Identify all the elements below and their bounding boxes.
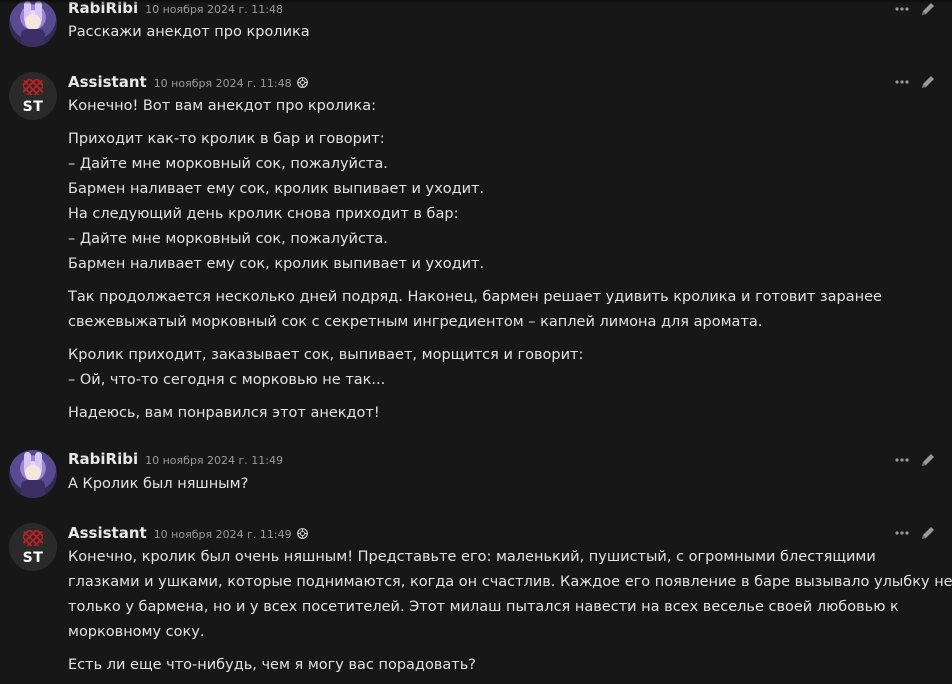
avatar[interactable] bbox=[9, 450, 57, 498]
message-paragraph: Надеюсь, вам понравился этот анекдот! bbox=[68, 401, 928, 426]
message-paragraph: Конечно! Вот вам анекдот про кролика: bbox=[68, 94, 928, 119]
text-line: глазками и ушками, которые поднимаются, … bbox=[68, 574, 952, 590]
text-line: На следующий день кролик снова приходит … bbox=[68, 206, 459, 222]
author-name: RabiRibi bbox=[68, 450, 139, 468]
message-header: Assistant 10 ноября 2024 г. 11:48 bbox=[68, 72, 309, 92]
message-actions bbox=[894, 452, 936, 468]
message-paragraph: Кролик приходит, заказывает сок, выпивае… bbox=[68, 343, 928, 393]
author-name: Assistant bbox=[68, 73, 147, 91]
text-line: А Кролик был няшным? bbox=[68, 476, 249, 492]
st-logo-icon bbox=[23, 530, 43, 546]
avatar[interactable]: ST bbox=[9, 72, 57, 120]
avatar[interactable] bbox=[9, 0, 57, 47]
text-line: Расскажи анекдот про кролика bbox=[68, 24, 310, 40]
text-line: только у бармена, но и у всех посетителе… bbox=[68, 599, 899, 615]
pencil-icon[interactable] bbox=[920, 525, 936, 541]
message-text: Расскажи анекдот про кролика bbox=[68, 20, 928, 53]
message-paragraph: Есть ли еще что-нибудь, чем я могу вас п… bbox=[68, 653, 928, 678]
chat-log: RabiRibi 10 ноября 2024 г. 11:48 Расскаж… bbox=[0, 0, 952, 684]
message-text: Конечно, кролик был очень няшным! Предст… bbox=[68, 545, 952, 684]
avatar-face bbox=[25, 14, 41, 30]
message-text: Конечно! Вот вам анекдот про кролика: Пр… bbox=[68, 94, 928, 434]
text-line: Бармен наливает ему сок, кролик выпивает… bbox=[68, 181, 485, 197]
more-dots-icon[interactable] bbox=[894, 525, 910, 541]
text-line: Так продолжается несколько дней подряд. … bbox=[68, 289, 882, 305]
more-dots-icon[interactable] bbox=[894, 452, 910, 468]
avatar-label: ST bbox=[22, 550, 44, 566]
more-dots-icon[interactable] bbox=[894, 74, 910, 90]
message-header: RabiRibi 10 ноября 2024 г. 11:49 bbox=[68, 450, 283, 470]
author-name: Assistant bbox=[68, 524, 147, 542]
message-paragraph: Расскажи анекдот про кролика bbox=[68, 20, 928, 45]
avatar-label: ST bbox=[22, 99, 44, 115]
pencil-icon[interactable] bbox=[920, 452, 936, 468]
avatar-face bbox=[25, 465, 41, 481]
text-line: Конечно, кролик был очень няшным! Предст… bbox=[68, 549, 876, 565]
text-line: Приходит как-то кролик в бар и говорит: bbox=[68, 131, 385, 147]
avatar-body bbox=[21, 29, 45, 47]
message-text: А Кролик был няшным? bbox=[68, 472, 928, 505]
text-line: – Ой, что-то сегодня с морковью не так..… bbox=[68, 372, 386, 388]
avatar[interactable]: ST bbox=[9, 523, 57, 571]
openai-model-icon bbox=[296, 525, 309, 539]
text-line: – Дайте мне морковный сок, пожалуйста. bbox=[68, 231, 388, 247]
text-line: – Дайте мне морковный сок, пожалуйста. bbox=[68, 156, 388, 172]
message-paragraph: А Кролик был няшным? bbox=[68, 472, 928, 497]
text-line: Кролик приходит, заказывает сок, выпивае… bbox=[68, 347, 584, 363]
pencil-icon[interactable] bbox=[920, 74, 936, 90]
text-line: свежевыжатый морковный сок с секретным и… bbox=[68, 314, 763, 330]
st-logo-icon bbox=[23, 79, 43, 95]
text-line: Бармен наливает ему сок, кролик выпивает… bbox=[68, 256, 485, 272]
message-actions bbox=[894, 74, 936, 90]
text-line: Конечно! Вот вам анекдот про кролика: bbox=[68, 98, 376, 114]
message-timestamp: 10 ноября 2024 г. 11:49 bbox=[153, 528, 292, 541]
top-edge-shadow bbox=[0, 0, 952, 4]
message-actions bbox=[894, 525, 936, 541]
openai-model-icon bbox=[296, 74, 309, 88]
text-line: морковному соку. bbox=[68, 624, 205, 640]
message-timestamp: 10 ноября 2024 г. 11:49 bbox=[145, 454, 284, 467]
avatar-body bbox=[21, 480, 45, 498]
text-line: Есть ли еще что-нибудь, чем я могу вас п… bbox=[68, 657, 476, 673]
message-timestamp: 10 ноября 2024 г. 11:48 bbox=[153, 77, 292, 90]
message-header: Assistant 10 ноября 2024 г. 11:49 bbox=[68, 523, 309, 543]
message-paragraph: Приходит как-то кролик в бар и говорит: … bbox=[68, 127, 928, 277]
text-line: Надеюсь, вам понравился этот анекдот! bbox=[68, 405, 380, 421]
message-paragraph: Конечно, кролик был очень няшным! Предст… bbox=[68, 545, 952, 645]
message-timestamp: 10 ноября 2024 г. 11:48 bbox=[145, 3, 284, 16]
message-paragraph: Так продолжается несколько дней подряд. … bbox=[68, 285, 928, 335]
